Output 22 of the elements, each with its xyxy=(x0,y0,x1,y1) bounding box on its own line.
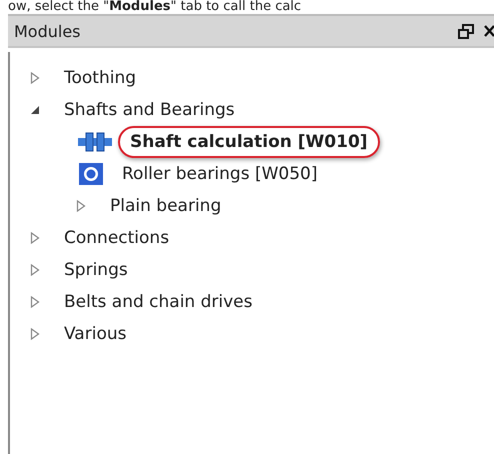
tree-item[interactable]: Various xyxy=(58,322,132,346)
expand-arrow-icon[interactable] xyxy=(30,296,40,308)
tree-item[interactable]: Shaft calculation [W010] xyxy=(118,126,380,158)
expand-arrow-icon[interactable] xyxy=(30,232,40,244)
bearing-icon xyxy=(78,162,104,186)
shaft-icon xyxy=(78,132,112,152)
panel-title: Modules xyxy=(14,22,82,40)
tree-item[interactable]: Shafts and Bearings xyxy=(58,98,241,122)
tree-item[interactable]: Toothing xyxy=(58,66,142,90)
caption-text: ow, select the "Modules" tab to call the calc xyxy=(7,0,302,14)
tree-item[interactable]: Roller bearings [W050] xyxy=(116,162,324,186)
tree-item[interactable]: Connections xyxy=(58,226,176,250)
tree-item[interactable]: Belts and chain drives xyxy=(58,290,258,314)
restore-icon[interactable] xyxy=(458,24,474,38)
expand-arrow-icon[interactable] xyxy=(76,200,86,212)
expand-arrow-icon[interactable] xyxy=(30,264,40,276)
tree-item[interactable]: Springs xyxy=(58,258,134,282)
expand-arrow-icon[interactable] xyxy=(30,328,40,340)
expand-arrow-icon[interactable] xyxy=(30,72,40,84)
collapse-arrow-icon[interactable] xyxy=(30,104,40,116)
close-icon[interactable] xyxy=(484,24,494,38)
tree-item[interactable]: Plain bearing xyxy=(104,194,228,218)
